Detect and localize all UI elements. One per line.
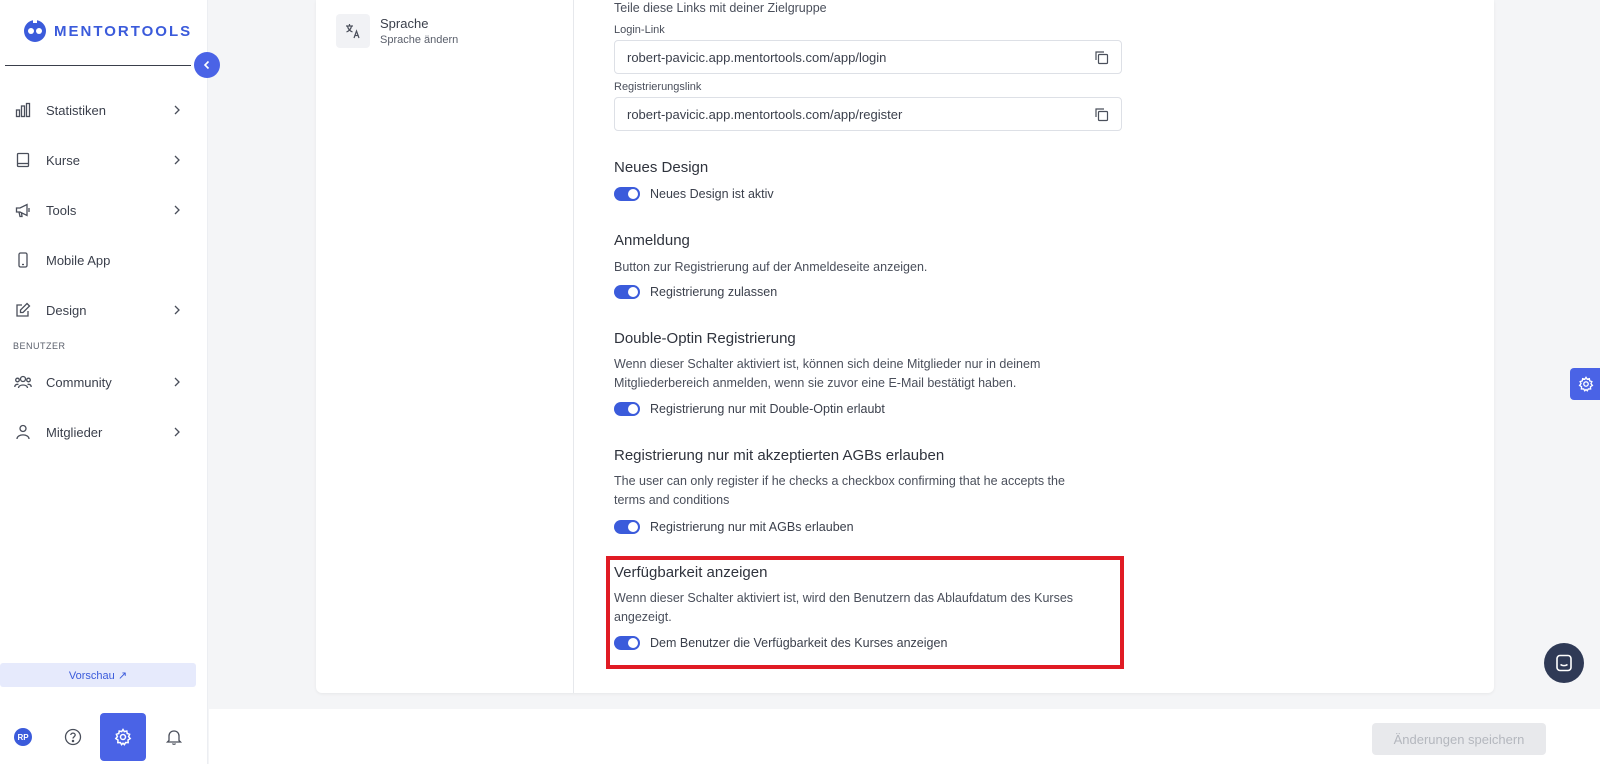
bell-icon[interactable]: [165, 728, 183, 746]
sidebar-item-statistiken[interactable]: Statistiken: [0, 85, 200, 135]
preview-button[interactable]: Vorschau ↗: [0, 663, 196, 687]
terms-title: Registrierung nur mit akzeptierten AGBs …: [614, 447, 945, 464]
allow-registration-toggle-label: Registrierung zulassen: [650, 285, 778, 299]
sidebar-item-label: Community: [46, 374, 112, 390]
bottom-action-bar: Änderungen speichern: [209, 709, 1600, 764]
double-optin-toggle[interactable]: [614, 402, 640, 416]
translate-icon: [336, 14, 370, 48]
sidebar-item-design[interactable]: Design: [0, 285, 200, 335]
sidebar-nav: Statistiken Kurse Tools Mobile App Desig…: [0, 85, 200, 457]
logo-text: MENTORTOOLS: [54, 22, 193, 40]
sidebar-item-community[interactable]: Community: [0, 357, 200, 407]
sidebar-item-label: Kurse: [46, 152, 80, 168]
chat-icon: [1556, 654, 1572, 672]
gear-icon: [1578, 376, 1594, 392]
allow-registration-toggle[interactable]: [614, 285, 640, 299]
login-link-label: Login-Link: [614, 24, 665, 36]
highlight-box: [606, 556, 1124, 669]
logo-robot-icon: [24, 19, 46, 42]
terms-description-line: The user can only register if he checks …: [614, 474, 1065, 488]
avatar[interactable]: RP: [14, 728, 32, 746]
logo[interactable]: MENTORTOOLS: [22, 18, 192, 44]
register-link-label: Registrierungslink: [614, 81, 702, 93]
sidebar: MENTORTOOLS Statistiken Kurse Tools Mobi…: [0, 0, 208, 764]
megaphone-icon: [14, 201, 32, 219]
chevron-right-icon: [174, 305, 180, 315]
logo-divider: [5, 65, 191, 66]
sidebar-item-kurse[interactable]: Kurse: [0, 135, 200, 185]
links-intro: Teile diese Links mit deiner Zielgruppe: [614, 1, 827, 15]
copy-icon[interactable]: [1094, 50, 1109, 65]
terms-toggle-row: Registrierung nur mit AGBs erlauben: [614, 520, 854, 534]
chevron-right-icon: [174, 205, 180, 215]
sidebar-item-label: Statistiken: [46, 102, 106, 118]
double-optin-description: Wenn dieser Schalter aktiviert ist, könn…: [614, 355, 1134, 393]
save-changes-button[interactable]: Änderungen speichern: [1372, 723, 1546, 755]
sidebar-item-label: Tools: [46, 202, 77, 218]
terms-description-line: terms and conditions: [614, 493, 730, 507]
book-icon: [14, 151, 32, 169]
chevron-right-icon: [174, 105, 180, 115]
double-optin-toggle-label: Registrierung nur mit Double-Optin erlau…: [650, 402, 885, 416]
login-link-field[interactable]: robert-pavicic.app.mentortools.com/app/l…: [614, 40, 1122, 74]
user-icon: [14, 423, 32, 441]
login-link-value: robert-pavicic.app.mentortools.com/app/l…: [627, 49, 887, 65]
double-optin-title: Double-Optin Registrierung: [614, 330, 796, 347]
gear-icon: [114, 728, 132, 746]
new-design-title: Neues Design: [614, 159, 709, 176]
new-design-toggle-row: Neues Design ist aktiv: [614, 187, 774, 201]
terms-toggle-label: Registrierung nur mit AGBs erlauben: [650, 520, 854, 534]
login-section-description: Button zur Registrierung auf der Anmelde…: [614, 260, 928, 274]
card-divider: [573, 0, 574, 693]
sidebar-item-label: Mitglieder: [46, 424, 103, 440]
sidebar-item-tools[interactable]: Tools: [0, 185, 200, 235]
section-label-benutzer: BENUTZER: [13, 341, 66, 351]
users-icon: [14, 373, 32, 391]
chat-button[interactable]: [1544, 643, 1584, 683]
chevron-right-icon: [174, 155, 180, 165]
register-link-field[interactable]: robert-pavicic.app.mentortools.com/app/r…: [614, 97, 1122, 131]
sidebar-item-label: Design: [46, 302, 87, 318]
language-subtitle: Sprache ändern: [380, 34, 459, 46]
language-title: Sprache: [380, 16, 429, 31]
terms-toggle[interactable]: [614, 520, 640, 534]
new-design-toggle-label: Neues Design ist aktiv: [650, 187, 774, 201]
settings-button[interactable]: [100, 713, 146, 761]
collapse-sidebar-button[interactable]: [194, 52, 220, 78]
new-design-toggle[interactable]: [614, 187, 640, 201]
sidebar-item-label: Mobile App: [46, 252, 111, 268]
chevron-left-icon: [203, 60, 210, 70]
double-optin-description-line: Wenn dieser Schalter aktiviert ist, könn…: [614, 357, 1041, 371]
double-optin-toggle-row: Registrierung nur mit Double-Optin erlau…: [614, 402, 885, 416]
settings-menu-item-language[interactable]: Sprache Sprache ändern: [336, 14, 458, 48]
login-section-title: Anmeldung: [614, 232, 690, 249]
floating-settings-button[interactable]: [1570, 368, 1600, 400]
sidebar-item-mitglieder[interactable]: Mitglieder: [0, 407, 200, 457]
chevron-right-icon: [174, 427, 180, 437]
help-icon[interactable]: [64, 728, 82, 746]
terms-description: The user can only register if he checks …: [614, 472, 1134, 510]
chevron-right-icon: [174, 377, 180, 387]
bar-chart-icon: [14, 101, 32, 119]
edit-icon: [14, 301, 32, 319]
sidebar-footer: RP: [0, 713, 205, 761]
phone-icon: [14, 251, 32, 269]
double-optin-description-line: Mitgliederbereich anmelden, wenn sie zuv…: [614, 376, 1017, 390]
login-toggle-row: Registrierung zulassen: [614, 285, 777, 299]
sidebar-item-mobile-app[interactable]: Mobile App: [0, 235, 200, 285]
register-link-value: robert-pavicic.app.mentortools.com/app/r…: [627, 106, 903, 122]
copy-icon[interactable]: [1094, 107, 1109, 122]
